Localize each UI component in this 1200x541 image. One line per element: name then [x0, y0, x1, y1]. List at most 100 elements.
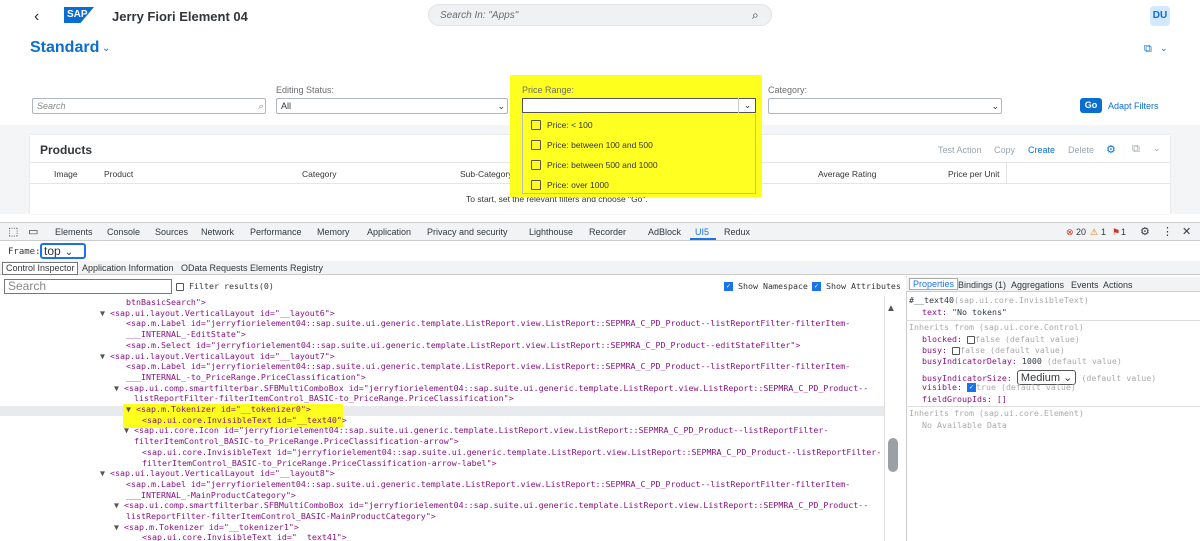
- property-value[interactable]: 1000: [1022, 356, 1042, 366]
- tree-node[interactable]: ▼ <sap.ui.layout.VerticalLayout id="__la…: [100, 468, 335, 478]
- tab-actions[interactable]: Actions: [1103, 280, 1133, 290]
- checkbox[interactable]: [966, 335, 975, 344]
- tree-node[interactable]: btnBasicSearch">: [126, 297, 206, 307]
- expand-arrow-icon[interactable]: ▼: [126, 404, 136, 414]
- expand-arrow-icon[interactable]: ▼: [100, 468, 110, 478]
- tab-console[interactable]: Console: [107, 227, 140, 237]
- tree-node[interactable]: <sap.m.Label id="jerryfiorielement04::sa…: [126, 479, 850, 489]
- tree-node[interactable]: <sap.ui.core.InvisibleText id="__text41"…: [142, 532, 347, 541]
- error-icon[interactable]: ⊗: [1066, 227, 1074, 238]
- inspect-icon[interactable]: ⬚: [8, 225, 18, 238]
- tree-node[interactable]: <sap.m.Label id="jerryfiorielement04::sa…: [126, 361, 850, 371]
- test-action-button[interactable]: Test Action: [938, 145, 982, 155]
- expand-arrow-icon[interactable]: ▼: [100, 308, 110, 318]
- tree-node[interactable]: ▼ <sap.ui.core.Icon id="jerryfiorielemen…: [124, 425, 828, 435]
- checkbox[interactable]: [951, 346, 960, 355]
- checkbox[interactable]: [531, 140, 541, 150]
- tab-redux[interactable]: Redux: [724, 227, 750, 237]
- tab-performance[interactable]: Performance: [250, 227, 302, 237]
- tree-node[interactable]: ▼ <sap.ui.layout.VerticalLayout id="__la…: [100, 308, 335, 318]
- tab-application[interactable]: Application: [367, 227, 411, 237]
- price-option[interactable]: Price: between 500 and 1000: [531, 160, 658, 170]
- warning-icon[interactable]: ⚠: [1090, 227, 1098, 238]
- price-option[interactable]: Price: between 100 and 500: [531, 140, 653, 150]
- column-header-average-rating[interactable]: Average Rating: [818, 169, 876, 179]
- property-value[interactable]: "No tokens": [952, 307, 1007, 317]
- chevron-down-icon[interactable]: ⌄: [1160, 43, 1168, 54]
- gear-icon[interactable]: ⚙: [1140, 225, 1150, 238]
- checkbox[interactable]: [531, 180, 541, 190]
- column-header-image[interactable]: Image: [54, 169, 78, 179]
- tab-sources[interactable]: Sources: [155, 227, 188, 237]
- checkbox[interactable]: ✓: [812, 282, 821, 291]
- show-namespace[interactable]: ✓ Show Namespace: [724, 281, 808, 291]
- tree-search-input[interactable]: Search: [4, 279, 172, 294]
- avatar[interactable]: DU: [1150, 6, 1170, 26]
- chevron-down-icon[interactable]: ⌄: [738, 98, 756, 113]
- share-icon[interactable]: ⧉: [1144, 43, 1152, 56]
- tab-memory[interactable]: Memory: [317, 227, 350, 237]
- chevron-down-icon[interactable]: ⌄: [102, 43, 110, 54]
- tab-recorder[interactable]: Recorder: [589, 227, 626, 237]
- tab-adblock[interactable]: AdBlock: [648, 227, 681, 237]
- column-header-product[interactable]: Product: [104, 169, 133, 179]
- scrollbar-thumb[interactable]: [888, 438, 898, 472]
- price-option[interactable]: Price: over 1000: [531, 180, 609, 190]
- tree-node[interactable]: filterItemControl_BASIC-to_PriceRange.Pr…: [142, 458, 497, 468]
- tab-bindings[interactable]: Bindings (1): [958, 280, 1006, 290]
- more-options-icon[interactable]: ⋮: [1162, 225, 1173, 238]
- tab-privacy-security[interactable]: Privacy and security: [427, 227, 508, 237]
- app-title[interactable]: Jerry Fiori Element 04: [112, 9, 248, 24]
- tree-node[interactable]: <sap.m.Select id="jerryfiorielement04::s…: [126, 340, 800, 350]
- tree-node[interactable]: <sap.ui.core.InvisibleText id="jerryfior…: [142, 447, 881, 457]
- tree-node[interactable]: <sap.m.Label id="jerryfiorielement04::sa…: [126, 318, 850, 328]
- tree-node[interactable]: ▼ <sap.ui.comp.smartfilterbar.SFBMultiCo…: [114, 383, 868, 393]
- device-toolbar-icon[interactable]: ▭: [28, 225, 38, 238]
- category-combobox[interactable]: ⌄: [768, 98, 1002, 114]
- tree-node[interactable]: ▼ <sap.ui.comp.smartfilterbar.SFBMultiCo…: [114, 500, 868, 510]
- tree-node[interactable]: <sap.ui.core.InvisibleText id="__text40"…: [142, 415, 347, 425]
- price-range-combobox[interactable]: [522, 98, 756, 113]
- issues-count[interactable]: 1: [1121, 227, 1126, 237]
- tree-node[interactable]: ▼ <sap.ui.layout.VerticalLayout id="__la…: [100, 351, 335, 361]
- adapt-filters-button[interactable]: Adapt Filters: [1108, 101, 1159, 111]
- expand-arrow-icon[interactable]: ▼: [124, 425, 134, 435]
- error-count[interactable]: 20: [1076, 227, 1086, 237]
- tab-aggregations[interactable]: Aggregations: [1011, 280, 1064, 290]
- variant-title[interactable]: Standard: [30, 39, 99, 57]
- tab-events[interactable]: Events: [1071, 280, 1099, 290]
- filter-search-input[interactable]: Search ⌕: [32, 98, 266, 114]
- scroll-up-icon[interactable]: ▲: [886, 303, 896, 314]
- tree-node[interactable]: listReportFilter-filterItemControl_BASIC…: [134, 393, 514, 403]
- checkbox[interactable]: [531, 160, 541, 170]
- checkbox[interactable]: [531, 120, 541, 130]
- tree-scrollbar[interactable]: [884, 296, 904, 541]
- delete-button[interactable]: Delete: [1068, 145, 1094, 155]
- copy-button[interactable]: Copy: [994, 145, 1015, 155]
- warning-count[interactable]: 1: [1101, 227, 1106, 237]
- issues-icon[interactable]: ⚑: [1112, 227, 1120, 238]
- chevron-down-icon[interactable]: ⌄: [216, 9, 224, 20]
- create-button[interactable]: Create: [1028, 145, 1055, 155]
- tree-node[interactable]: ___INTERNAL_-EditState">: [126, 329, 246, 339]
- back-icon[interactable]: ‹: [34, 8, 39, 26]
- price-option[interactable]: Price: < 100: [531, 120, 593, 130]
- column-header-price-per-unit[interactable]: Price per Unit: [948, 169, 1000, 179]
- tab-network[interactable]: Network: [201, 227, 234, 237]
- tab-properties[interactable]: Properties: [909, 278, 959, 290]
- expand-arrow-icon[interactable]: ▼: [114, 383, 124, 393]
- chevron-down-icon[interactable]: ⌄: [1153, 143, 1161, 154]
- tab-elements-registry[interactable]: Elements Registry: [250, 263, 323, 273]
- expand-arrow-icon[interactable]: ▼: [114, 522, 124, 532]
- filter-results[interactable]: Filter results(0): [176, 281, 274, 291]
- frame-select[interactable]: top ⌄: [40, 243, 86, 259]
- tree-node[interactable]: ___INTERNAL_-to_PriceRange.PriceClassifi…: [126, 372, 366, 382]
- checkbox[interactable]: [176, 282, 184, 291]
- tree-node[interactable]: ▼ <sap.m.Tokenizer id="__tokenizer1">: [114, 522, 299, 532]
- tree-node[interactable]: filterItemControl_BASIC-to_PriceRange.Pr…: [134, 436, 459, 446]
- tab-elements[interactable]: Elements: [55, 227, 93, 237]
- tab-control-inspector[interactable]: Control Inspector: [6, 263, 75, 273]
- export-icon[interactable]: ⧉: [1132, 143, 1140, 156]
- editing-status-select[interactable]: All ⌄: [276, 98, 508, 114]
- settings-icon[interactable]: ⚙: [1106, 143, 1116, 156]
